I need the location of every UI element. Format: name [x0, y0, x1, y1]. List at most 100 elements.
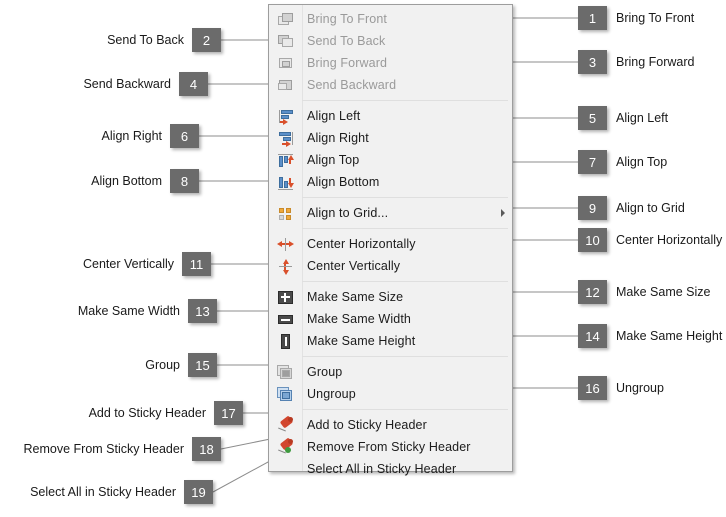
callout-15: Group 15	[145, 353, 217, 377]
menu-item-make-same-height[interactable]: Make Same Height	[269, 330, 512, 352]
menu-item-label: Group	[307, 365, 343, 379]
menu-item-select-all-in-sticky-header[interactable]: Select All in Sticky Header	[269, 458, 512, 480]
callout-2: Send To Back 2	[107, 28, 221, 52]
callout-badge: 7	[578, 150, 607, 174]
callout-label: Center Horizontally	[616, 233, 723, 247]
center-horizontally-icon	[269, 233, 302, 255]
menu-item-ungroup[interactable]: Ungroup	[269, 383, 512, 405]
callout-badge: 17	[214, 401, 243, 425]
menu-item-align-to-grid[interactable]: Align to Grid...	[269, 202, 512, 224]
menu-item-remove-from-sticky-header[interactable]: Remove From Sticky Header	[269, 436, 512, 458]
menu-item-label: Align Top	[307, 153, 360, 167]
callout-badge: 2	[192, 28, 221, 52]
callout-13: Make Same Width 13	[78, 299, 217, 323]
bring-forward-icon	[269, 52, 302, 74]
callout-label: Align to Grid	[616, 201, 685, 215]
menu-separator	[302, 281, 508, 282]
callout-11: Center Vertically 11	[83, 252, 211, 276]
callout-badge: 1	[578, 6, 607, 30]
pin-add-icon	[269, 414, 302, 436]
menu-item-label: Make Same Height	[307, 334, 416, 348]
callout-3: 3 Bring Forward	[578, 50, 695, 74]
menu-item-bring-forward: Bring Forward	[269, 52, 512, 74]
callout-5: 5 Align Left	[578, 106, 668, 130]
menu-item-align-top[interactable]: Align Top	[269, 149, 512, 171]
callout-8: Align Bottom 8	[91, 169, 199, 193]
menu-separator	[302, 197, 508, 198]
callout-badge: 10	[578, 228, 607, 252]
callout-badge: 9	[578, 196, 607, 220]
make-same-size-icon	[269, 286, 302, 308]
menu-item-make-same-width[interactable]: Make Same Width	[269, 308, 512, 330]
menu-item-label: Center Horizontally	[307, 237, 416, 251]
callout-badge: 18	[192, 437, 221, 461]
callout-12: 12 Make Same Size	[578, 280, 710, 304]
callout-9: 9 Align to Grid	[578, 196, 685, 220]
callout-18: Remove From Sticky Header 18	[24, 437, 221, 461]
menu-item-align-right[interactable]: Align Right	[269, 127, 512, 149]
callout-badge: 15	[188, 353, 217, 377]
menu-item-center-vertically[interactable]: Center Vertically	[269, 255, 512, 277]
menu-item-label: Align to Grid...	[307, 206, 389, 220]
ungroup-icon	[269, 383, 302, 405]
callout-19: Select All in Sticky Header 19	[30, 480, 213, 504]
callout-16: 16 Ungroup	[578, 376, 664, 400]
menu-item-center-horizontally[interactable]: Center Horizontally	[269, 233, 512, 255]
menu-item-label: Select All in Sticky Header	[307, 462, 457, 476]
arrange-context-menu[interactable]: Bring To Front Send To Back Bring Forward S…	[268, 4, 513, 476]
menu-separator	[302, 100, 508, 101]
group-icon	[269, 361, 302, 383]
menu-item-list: Bring To Front Send To Back Bring Forward S…	[269, 5, 512, 483]
callout-label: Group	[145, 358, 180, 372]
make-same-height-icon	[269, 330, 302, 352]
menu-item-add-to-sticky-header[interactable]: Add to Sticky Header	[269, 414, 512, 436]
center-vertically-icon	[269, 255, 302, 277]
callout-label: Align Top	[616, 155, 668, 169]
callout-label: Send To Back	[107, 33, 184, 47]
menu-item-label: Make Same Size	[307, 290, 404, 304]
callout-label: Send Backward	[83, 77, 171, 91]
callout-badge: 12	[578, 280, 607, 304]
menu-item-label: Align Right	[307, 131, 369, 145]
align-to-grid-icon	[269, 202, 302, 224]
callout-label: Ungroup	[616, 381, 664, 395]
callout-badge: 6	[170, 124, 199, 148]
callout-label: Bring Forward	[616, 55, 695, 69]
submenu-chevron-right-icon	[501, 209, 505, 217]
callout-label: Align Bottom	[91, 174, 162, 188]
menu-separator	[302, 228, 508, 229]
menu-item-label: Bring To Front	[307, 12, 388, 26]
callout-17: Add to Sticky Header 17	[89, 401, 243, 425]
callout-badge: 13	[188, 299, 217, 323]
bring-to-front-icon	[269, 8, 302, 30]
pin-remove-icon	[269, 436, 302, 458]
callout-7: 7 Align Top	[578, 150, 667, 174]
callout-badge: 19	[184, 480, 213, 504]
callout-label: Bring To Front	[616, 11, 695, 25]
align-top-icon	[269, 149, 302, 171]
menu-item-make-same-size[interactable]: Make Same Size	[269, 286, 512, 308]
callout-badge: 14	[578, 324, 607, 348]
callout-label: Make Same Size	[616, 285, 711, 299]
callout-badge: 11	[182, 252, 211, 276]
menu-item-send-backward: Send Backward	[269, 74, 512, 96]
menu-item-send-to-back: Send To Back	[269, 30, 512, 52]
callout-label: Make Same Width	[77, 304, 180, 318]
menu-item-label: Align Left	[307, 109, 361, 123]
callout-10: 10 Center Horizontally	[578, 228, 722, 252]
callout-badge: 16	[578, 376, 607, 400]
callout-badge: 8	[170, 169, 199, 193]
menu-item-align-left[interactable]: Align Left	[269, 105, 512, 127]
send-backward-icon	[269, 74, 302, 96]
callout-14: 14 Make Same Height	[578, 324, 722, 348]
make-same-width-icon	[269, 308, 302, 330]
callout-label: Center Vertically	[82, 257, 174, 271]
menu-item-label: Align Bottom	[307, 175, 380, 189]
menu-item-label: Remove From Sticky Header	[307, 440, 471, 454]
callout-badge: 5	[578, 106, 607, 130]
menu-item-group[interactable]: Group	[269, 361, 512, 383]
callout-label: Make Same Height	[616, 329, 723, 343]
menu-item-label: Make Same Width	[307, 312, 411, 326]
callout-1: 1 Bring To Front	[578, 6, 694, 30]
menu-item-align-bottom[interactable]: Align Bottom	[269, 171, 512, 193]
